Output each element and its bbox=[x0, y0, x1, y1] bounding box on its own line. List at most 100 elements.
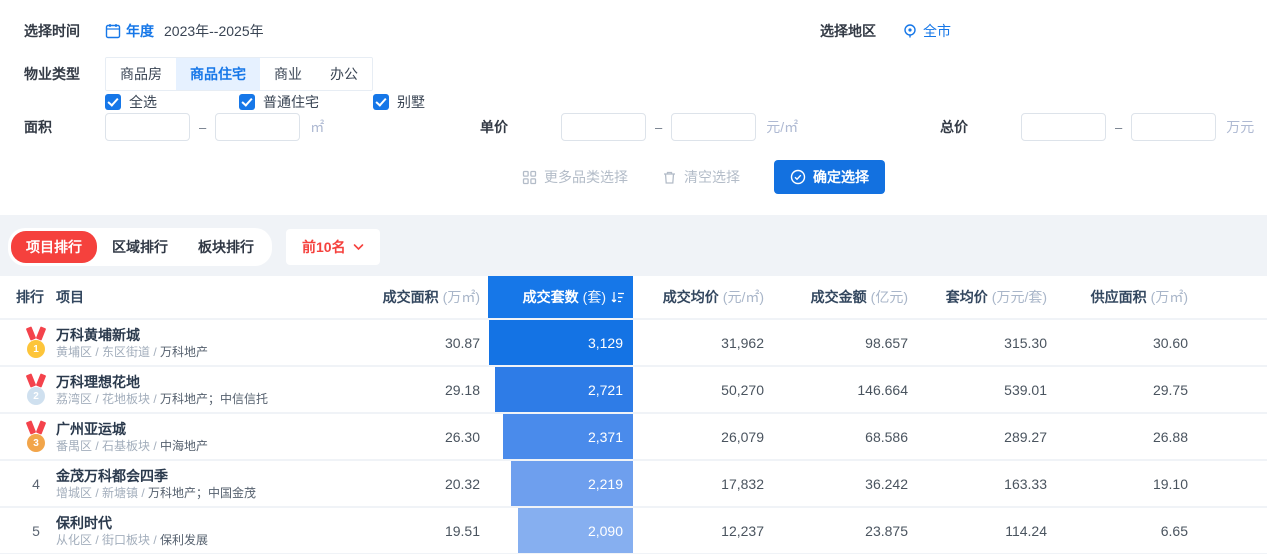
header-rank[interactable]: 排行 bbox=[0, 276, 56, 318]
supply-area-cell: 19.10 bbox=[1055, 461, 1196, 506]
total-price-max-input[interactable] bbox=[1131, 113, 1216, 141]
time-filter-row: 选择时间 年度 2023年--2025年 bbox=[24, 21, 264, 41]
location-pin-icon bbox=[902, 23, 918, 39]
checkbox-ordinary-housing[interactable]: 普通住宅 bbox=[239, 92, 373, 112]
more-categories-button[interactable]: 更多品类选择 bbox=[522, 167, 628, 187]
total-price-range-group: 总价 – 万元 bbox=[940, 113, 1254, 141]
header-area[interactable]: 成交面积 (万㎡) bbox=[340, 276, 488, 318]
supply-area-cell: 29.75 bbox=[1055, 367, 1196, 412]
table-row[interactable]: 1 万科黄埔新城 黄埔区 / 东区街道 / 万科地产 30.87 3,129 3… bbox=[0, 320, 1267, 365]
area-range-label: 面积 bbox=[24, 117, 105, 137]
units-bar: 2,721 bbox=[495, 367, 633, 412]
date-range-value[interactable]: 2023年--2025年 bbox=[164, 21, 264, 41]
property-type-option-3[interactable]: 办公 bbox=[316, 58, 372, 90]
header-units-sorted[interactable]: 成交套数 (套) bbox=[488, 276, 633, 318]
trash-icon bbox=[662, 170, 677, 185]
time-mode-selector[interactable]: 年度 bbox=[105, 21, 154, 41]
property-type-row: 物业类型 商品房 商品住宅 商业 办公 bbox=[24, 57, 373, 91]
filter-actions-row: 更多品类选择 清空选择 确定选择 bbox=[0, 160, 1267, 194]
avg-price-cell: 12,237 bbox=[633, 508, 772, 553]
rank-cell: 2 bbox=[0, 367, 56, 412]
property-type-option-0[interactable]: 商品房 bbox=[106, 58, 176, 90]
ranking-tab-group: 项目排行 区域排行 板块排行 bbox=[8, 228, 272, 266]
total-price-min-input[interactable] bbox=[1021, 113, 1106, 141]
region-selector[interactable]: 全市 bbox=[902, 21, 951, 41]
header-avg-price[interactable]: 成交均价 (元/㎡) bbox=[633, 276, 772, 318]
region-filter-row: 选择地区 全市 bbox=[820, 21, 951, 41]
supply-area-cell: 30.60 bbox=[1055, 320, 1196, 365]
units-bar: 2,219 bbox=[511, 461, 633, 506]
region-filter-label: 选择地区 bbox=[820, 21, 876, 41]
calendar-icon bbox=[105, 23, 121, 39]
rank-cell: 5 bbox=[0, 508, 56, 553]
units-cell: 2,721 bbox=[488, 367, 633, 412]
price-per-unit-cell: 163.33 bbox=[916, 461, 1055, 506]
project-cell: 金茂万科都会四季 增城区 / 新塘镇 / 万科地产；中国金茂 bbox=[56, 461, 340, 506]
header-amount[interactable]: 成交金额 (亿元) bbox=[772, 276, 916, 318]
table-row[interactable]: 2 万科理想花地 荔湾区 / 花地板块 / 万科地产；中信信托 29.18 2,… bbox=[0, 367, 1267, 412]
rank-cell: 3 bbox=[0, 414, 56, 459]
price-per-unit-cell: 539.01 bbox=[916, 367, 1055, 412]
project-subtitle: 增城区 / 新塘镇 / 万科地产；中国金茂 bbox=[56, 485, 256, 501]
project-subtitle: 黄埔区 / 东区街道 / 万科地产 bbox=[56, 344, 208, 360]
property-type-option-2[interactable]: 商业 bbox=[260, 58, 316, 90]
project-name: 万科黄埔新城 bbox=[56, 326, 140, 344]
medal-bronze-icon: 3 bbox=[24, 421, 48, 452]
table-row[interactable]: 5 保利时代 从化区 / 街口板块 / 保利发展 19.51 2,090 12,… bbox=[0, 508, 1267, 553]
amount-cell: 98.657 bbox=[772, 320, 916, 365]
amount-cell: 68.586 bbox=[772, 414, 916, 459]
project-name: 万科理想花地 bbox=[56, 373, 140, 391]
unit-price-max-input[interactable] bbox=[671, 113, 756, 141]
page: 选择时间 年度 2023年--2025年 选择地区 全市 物业类型 商品房 bbox=[0, 0, 1267, 554]
project-cell: 保利时代 从化区 / 街口板块 / 保利发展 bbox=[56, 508, 340, 553]
area-cell: 30.87 bbox=[340, 320, 488, 365]
chevron-down-icon bbox=[353, 243, 364, 251]
header-price-per-unit[interactable]: 套均价 (万元/套) bbox=[916, 276, 1055, 318]
unit-price-range-label: 单价 bbox=[480, 117, 561, 137]
rank-cell: 1 bbox=[0, 320, 56, 365]
header-supply-area[interactable]: 供应面积 (万㎡) bbox=[1055, 276, 1196, 318]
ranking-table: 排行 项目 成交面积 (万㎡) 成交套数 (套) 成交均价 (元/㎡) 成交金额… bbox=[0, 276, 1267, 553]
total-price-unit: 万元 bbox=[1226, 117, 1254, 137]
time-mode-label: 年度 bbox=[126, 21, 154, 41]
table-row[interactable]: 3 广州亚运城 番禺区 / 石基板块 / 中海地产 26.30 2,371 26… bbox=[0, 414, 1267, 459]
tab-project-ranking[interactable]: 项目排行 bbox=[11, 231, 97, 263]
checkbox-villa[interactable]: 别墅 bbox=[373, 92, 507, 112]
project-name: 保利时代 bbox=[56, 514, 112, 532]
top-n-dropdown[interactable]: 前10名 bbox=[286, 229, 380, 265]
area-min-input[interactable] bbox=[105, 113, 190, 141]
unit-price-min-input[interactable] bbox=[561, 113, 646, 141]
price-per-unit-cell: 289.27 bbox=[916, 414, 1055, 459]
tab-district-ranking[interactable]: 区域排行 bbox=[97, 231, 183, 263]
units-bar: 3,129 bbox=[489, 320, 633, 365]
amount-cell: 146.664 bbox=[772, 367, 916, 412]
header-project[interactable]: 项目 bbox=[56, 276, 340, 318]
area-cell: 20.32 bbox=[340, 461, 488, 506]
project-name: 金茂万科都会四季 bbox=[56, 467, 168, 485]
area-cell: 26.30 bbox=[340, 414, 488, 459]
supply-area-cell: 6.65 bbox=[1055, 508, 1196, 553]
project-cell: 万科黄埔新城 黄埔区 / 东区街道 / 万科地产 bbox=[56, 320, 340, 365]
total-price-range-label: 总价 bbox=[940, 117, 1021, 137]
price-per-unit-cell: 114.24 bbox=[916, 508, 1055, 553]
table-row[interactable]: 4 金茂万科都会四季 增城区 / 新塘镇 / 万科地产；中国金茂 20.32 2… bbox=[0, 461, 1267, 506]
checkbox-select-all[interactable]: 全选 bbox=[105, 92, 239, 112]
area-max-input[interactable] bbox=[215, 113, 300, 141]
check-circle-icon bbox=[790, 169, 806, 185]
rank-cell: 4 bbox=[0, 461, 56, 506]
tab-plate-ranking[interactable]: 板块排行 bbox=[183, 231, 269, 263]
medal-gold-icon: 1 bbox=[24, 327, 48, 358]
checkbox-checked-icon bbox=[105, 94, 121, 110]
checkbox-checked-icon bbox=[373, 94, 389, 110]
project-cell: 广州亚运城 番禺区 / 石基板块 / 中海地产 bbox=[56, 414, 340, 459]
ranking-tabs-row: 项目排行 区域排行 板块排行 前10名 bbox=[8, 228, 380, 266]
table-header-row: 排行 项目 成交面积 (万㎡) 成交套数 (套) 成交均价 (元/㎡) 成交金额… bbox=[0, 276, 1267, 318]
supply-area-cell: 26.88 bbox=[1055, 414, 1196, 459]
area-cell: 29.18 bbox=[340, 367, 488, 412]
amount-cell: 36.242 bbox=[772, 461, 916, 506]
confirm-selection-button[interactable]: 确定选择 bbox=[774, 160, 885, 194]
units-cell: 2,090 bbox=[488, 508, 633, 553]
avg-price-cell: 50,270 bbox=[633, 367, 772, 412]
property-type-option-1[interactable]: 商品住宅 bbox=[176, 58, 260, 90]
clear-selection-button[interactable]: 清空选择 bbox=[662, 167, 740, 187]
